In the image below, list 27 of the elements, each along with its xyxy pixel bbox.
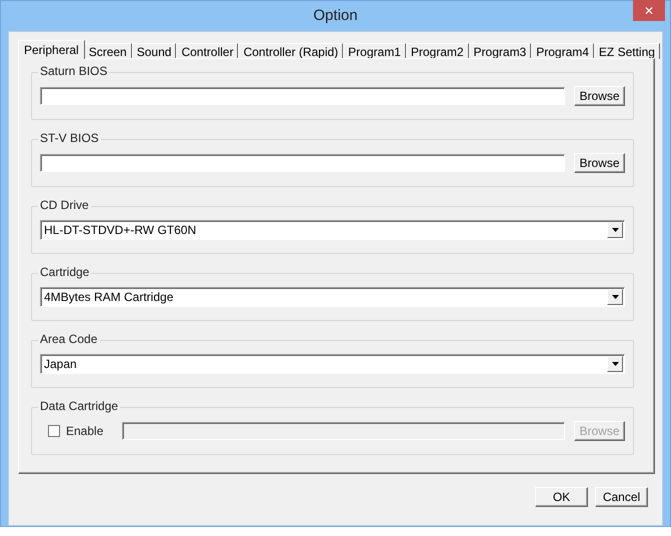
tab[interactable]: Peripheral — [18, 40, 85, 59]
group-label: Cartridge — [38, 265, 92, 280]
tab[interactable]: Sound — [132, 43, 176, 59]
tab[interactable]: Controller — [176, 43, 238, 59]
browse-button[interactable]: Browse — [574, 86, 625, 106]
path-field[interactable] — [40, 154, 565, 172]
tab[interactable]: Controller (Rapid) — [238, 43, 344, 59]
tab[interactable]: Program2 — [406, 43, 469, 59]
dropdown[interactable]: Japan — [40, 354, 625, 374]
close-button[interactable]: ✕ — [633, 0, 665, 21]
tab[interactable]: Program4 — [531, 43, 594, 59]
dialog-button[interactable]: OK — [535, 487, 588, 507]
tab[interactable]: Screen — [84, 43, 132, 59]
dialog-button[interactable]: Cancel — [595, 487, 648, 507]
checkbox-label: Enable — [66, 423, 104, 440]
window-title: Option — [313, 6, 358, 26]
dropdown[interactable]: 4MBytes RAM Cartridge — [40, 287, 625, 307]
dropdown-value: HL-DT-STDVD+-RW GT60N — [44, 222, 198, 239]
browse-button[interactable]: Browse — [574, 153, 625, 173]
group-label: Data Cartridge — [38, 399, 120, 414]
path-field[interactable] — [40, 87, 565, 105]
tab[interactable]: EZ Setting — [594, 43, 660, 59]
tab[interactable]: Program1 — [343, 43, 406, 59]
dropdown[interactable]: HL-DT-STDVD+-RW GT60N — [40, 220, 625, 240]
dropdown-value: Japan — [44, 356, 78, 373]
dropdown-value: 4MBytes RAM Cartridge — [44, 289, 174, 306]
tab[interactable]: Program3 — [468, 43, 532, 59]
